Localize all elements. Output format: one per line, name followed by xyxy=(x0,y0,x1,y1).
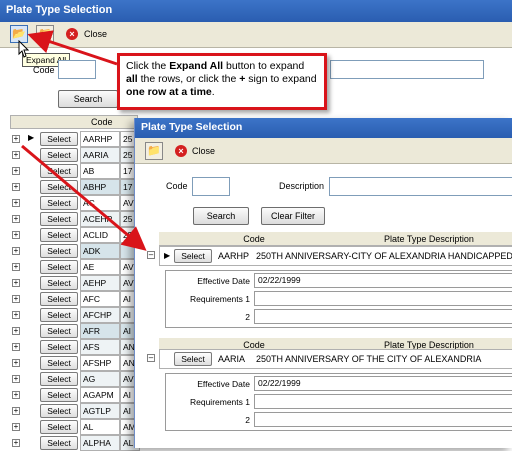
arrow-to-plus-sign xyxy=(21,144,147,251)
arrow-to-expand-all xyxy=(27,30,118,66)
annotation-arrows xyxy=(21,30,147,251)
